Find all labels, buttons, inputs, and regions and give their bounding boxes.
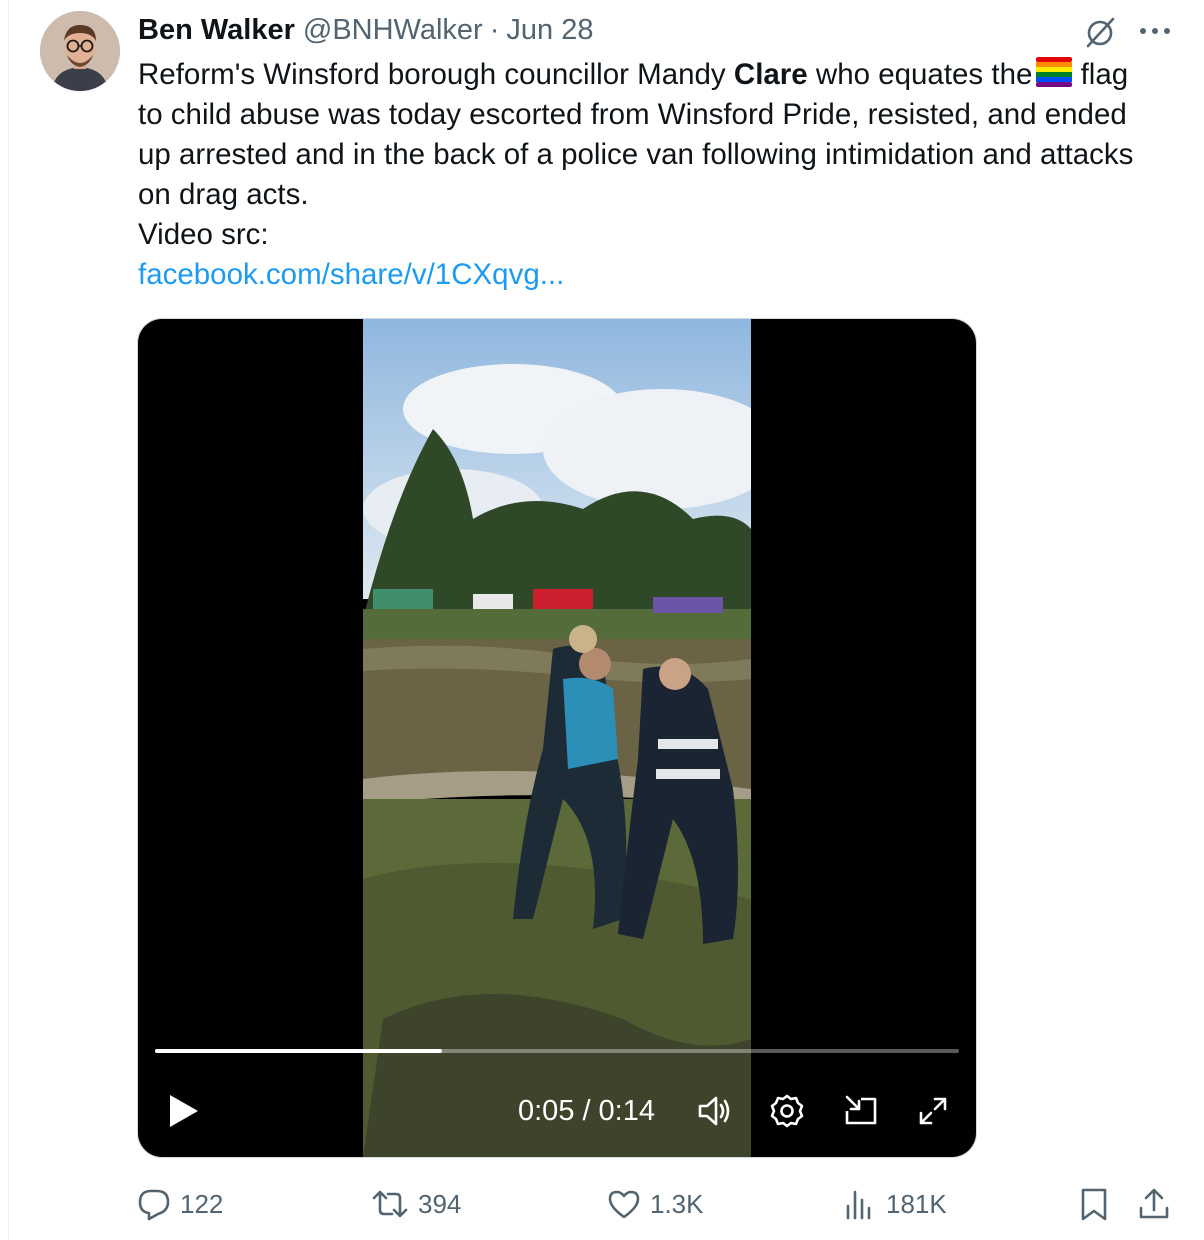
tweet-text-part-1: Reform's Winsford borough councillor Man…: [138, 58, 734, 91]
bookmark-button[interactable]: [1078, 1180, 1118, 1228]
like-icon: [608, 1190, 640, 1219]
like-button[interactable]: 1.3K: [606, 1180, 704, 1228]
volume-icon[interactable]: [694, 1091, 734, 1131]
tweet-body: Reform's Winsford borough councillor Man…: [138, 55, 1158, 215]
views-button[interactable]: 181K: [842, 1180, 947, 1228]
tweet-text: Reform's Winsford borough councillor Man…: [138, 55, 1158, 295]
progress-bar[interactable]: [155, 1049, 959, 1053]
share-button[interactable]: [1136, 1180, 1180, 1228]
view-count: 181K: [886, 1188, 947, 1219]
grok-icon[interactable]: [1082, 14, 1118, 50]
repost-icon: [372, 1190, 408, 1218]
reply-icon: [138, 1189, 170, 1221]
duration: 0:14: [598, 1094, 655, 1127]
video-player[interactable]: 0:05 / 0:14: [138, 319, 976, 1157]
author-name[interactable]: Ben Walker: [138, 14, 295, 47]
play-icon[interactable]: [168, 1093, 200, 1129]
tweet-date[interactable]: Jun 28: [506, 14, 593, 47]
time-separator: /: [582, 1094, 591, 1127]
avatar-image: [40, 11, 120, 91]
tweet-actions: 122 394 1.3K 181K: [0, 1180, 1204, 1228]
timeline-border: [8, 0, 9, 1240]
separator-dot: ·: [489, 13, 500, 46]
rainbow-flag-icon: [1036, 57, 1073, 87]
video-src-label: Video src:: [138, 218, 269, 251]
reply-count: 122: [180, 1188, 224, 1219]
minimize-icon[interactable]: [841, 1091, 881, 1131]
facebook-link[interactable]: facebook.com/share/v/1CXqvg...: [138, 258, 564, 291]
repost-button[interactable]: 394: [370, 1180, 461, 1228]
author-handle[interactable]: @BNHWalker: [303, 14, 483, 47]
bookmark-icon: [1081, 1188, 1107, 1221]
current-time: 0:05: [518, 1094, 575, 1127]
reply-button[interactable]: 122: [136, 1180, 223, 1228]
video-frame: [363, 319, 751, 1157]
more-icon[interactable]: [1138, 26, 1172, 36]
avatar[interactable]: [40, 11, 120, 91]
like-count: 1.3K: [650, 1188, 704, 1219]
views-icon: [846, 1190, 871, 1220]
tweet-text-part-2: who equates the: [807, 58, 1033, 91]
repost-count: 394: [418, 1188, 462, 1219]
video-time: 0:05 / 0:14: [518, 1091, 655, 1131]
progress-fill: [155, 1049, 443, 1053]
fullscreen-icon[interactable]: [913, 1091, 953, 1131]
share-icon: [1139, 1188, 1169, 1219]
highlighted-name: Clare: [733, 58, 808, 91]
tweet-header: Ben Walker @BNHWalker · Jun 28: [138, 12, 593, 48]
settings-icon[interactable]: [767, 1091, 807, 1131]
